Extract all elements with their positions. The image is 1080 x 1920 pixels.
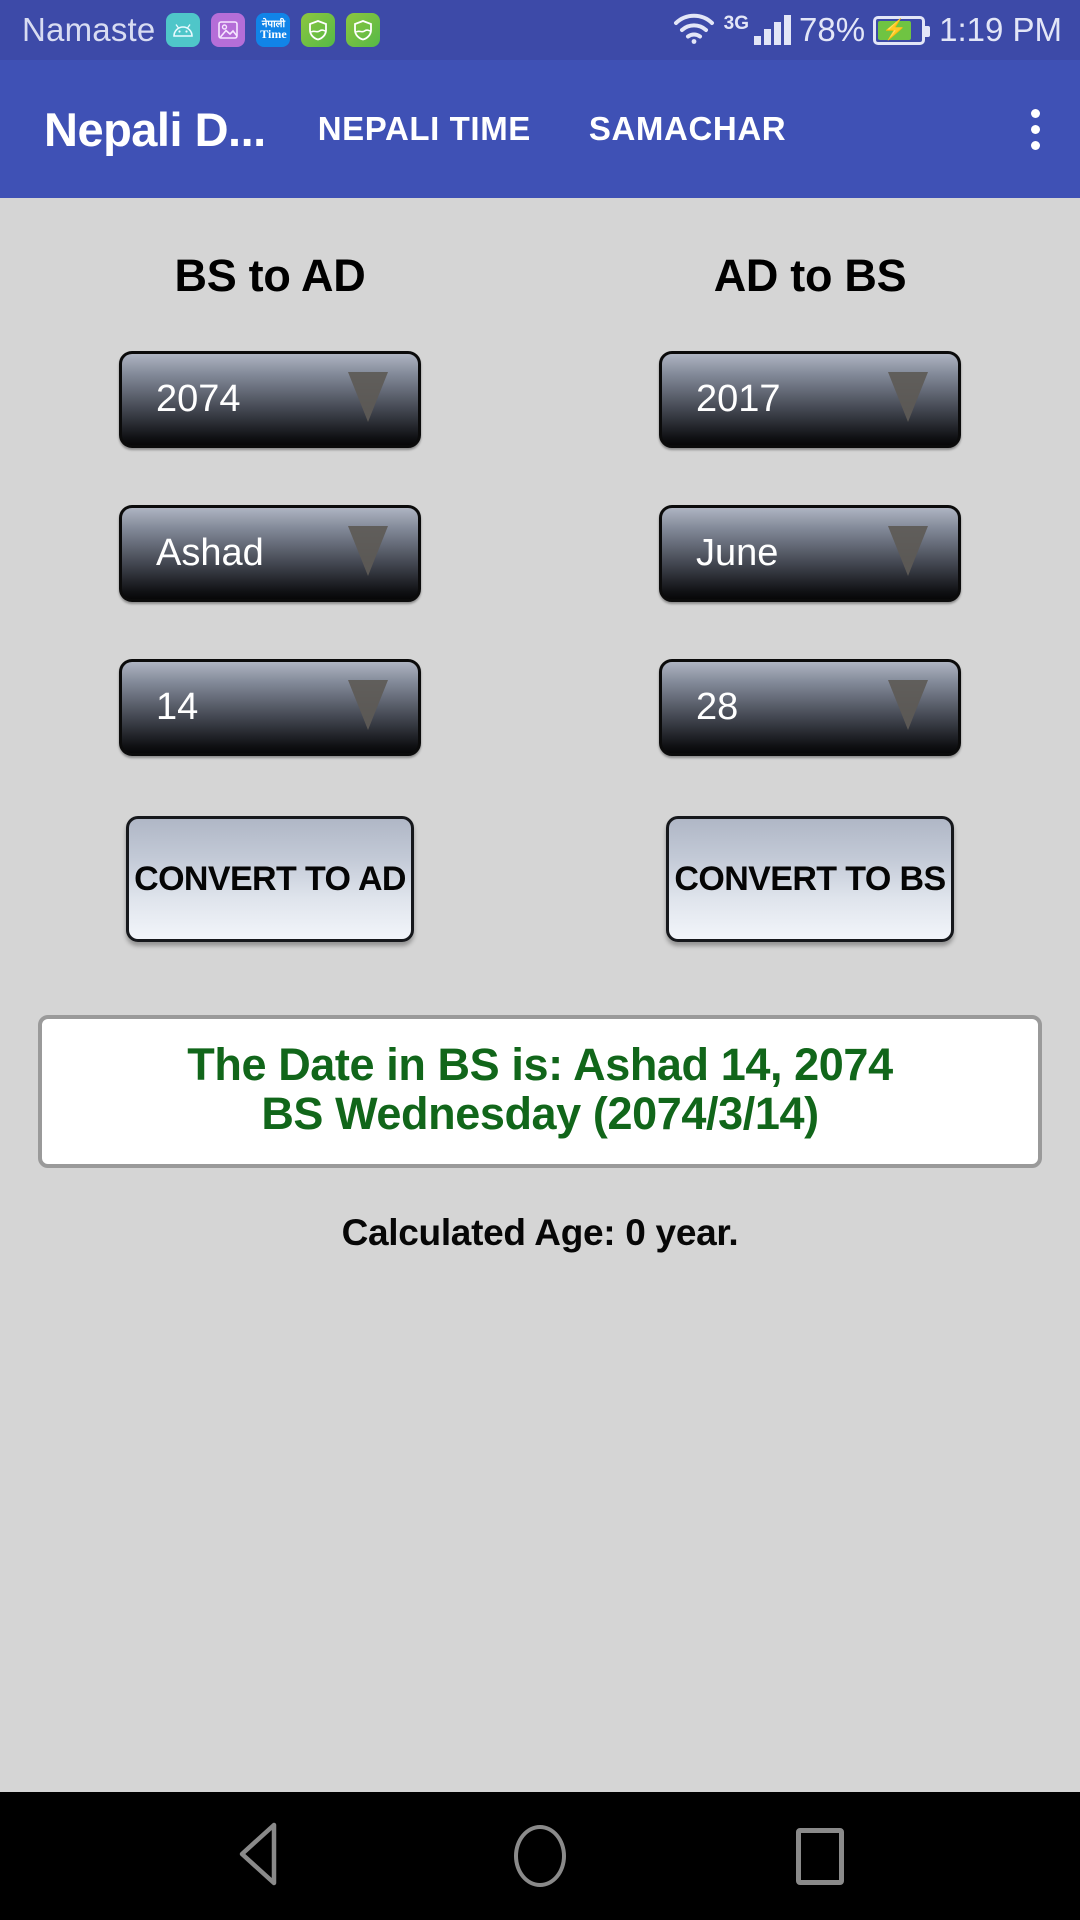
recents-square-icon	[796, 1827, 844, 1885]
clock-label: 1:19 PM	[939, 11, 1062, 48]
charging-bolt-icon: ⚡	[882, 19, 907, 41]
ad-month-spinner[interactable]: June	[659, 505, 961, 602]
status-bar-right: 3G 78% ⚡ 1:19 PM	[672, 11, 1062, 49]
tab-nepali-time[interactable]: NEPALI TIME	[318, 110, 531, 148]
chevron-down-icon	[888, 680, 928, 730]
ad-day-spinner[interactable]: 28	[659, 659, 961, 756]
nepali-time-icon-bottom: Time	[260, 27, 287, 42]
signal-strength-icon	[754, 15, 792, 45]
battery-icon: ⚡	[873, 15, 931, 45]
nav-home-button[interactable]	[480, 1792, 600, 1920]
bs-to-ad-heading: BS to AD	[174, 250, 366, 301]
result-line-2: BS Wednesday (2074/3/14)	[261, 1087, 819, 1139]
chevron-down-icon	[888, 526, 928, 576]
battery-fill: ⚡	[878, 19, 911, 41]
carrier-label: Namaste	[22, 11, 156, 48]
bs-month-value: Ashad	[156, 532, 264, 574]
ad-to-bs-heading: AD to BS	[713, 250, 907, 301]
system-navigation-bar	[0, 1792, 1080, 1920]
main-content: BS to AD 2074 Ashad 14 CONVERT TO AD AD …	[0, 198, 1080, 1792]
bs-day-spinner[interactable]: 14	[119, 659, 421, 756]
network-type-label: 3G	[723, 13, 750, 34]
shield-icon-1	[301, 13, 336, 47]
wifi-icon	[672, 12, 716, 49]
bs-to-ad-column: BS to AD 2074 Ashad 14 CONVERT TO AD	[0, 198, 540, 942]
android-icon	[166, 13, 201, 47]
overflow-menu-icon[interactable]	[1017, 99, 1054, 160]
bs-year-spinner[interactable]: 2074	[119, 351, 421, 448]
chevron-down-icon	[348, 680, 388, 730]
tab-samachar[interactable]: SAMACHAR	[589, 110, 786, 148]
ad-month-value: June	[696, 532, 779, 574]
battery-percent-label: 78%	[799, 11, 866, 48]
calculated-age-label: Calculated Age: 0 year.	[341, 1212, 739, 1254]
ad-year-value: 2017	[696, 378, 781, 420]
ad-year-spinner[interactable]: 2017	[659, 351, 961, 448]
bs-month-spinner[interactable]: Ashad	[119, 505, 421, 602]
ad-to-bs-column: AD to BS 2017 June 28 CONVERT TO BS	[540, 198, 1080, 942]
image-icon	[211, 13, 246, 47]
convert-to-bs-label: CONVERT TO BS	[674, 859, 946, 898]
phone-screen: Namaste नेपाली Time 3G 78% ⚡ 1:19 PM Nep…	[0, 0, 1080, 1920]
ad-day-value: 28	[696, 686, 739, 728]
result-line-1: The Date in BS is: Ashad 14, 2074	[187, 1039, 893, 1090]
back-triangle-icon	[232, 1821, 288, 1892]
conversion-result-box: The Date in BS is: Ashad 14, 2074 BS Wed…	[38, 1015, 1042, 1169]
home-circle-icon	[514, 1825, 566, 1887]
convert-to-bs-button[interactable]: CONVERT TO BS	[666, 816, 954, 942]
shield-icon-2	[346, 13, 381, 47]
chevron-down-icon	[348, 372, 388, 422]
nepali-time-icon: नेपाली Time	[256, 13, 291, 47]
chevron-down-icon	[888, 372, 928, 422]
convert-to-ad-button[interactable]: CONVERT TO AD	[126, 816, 414, 942]
bs-year-value: 2074	[156, 378, 241, 420]
app-bar: Nepali D... NEPALI TIME SAMACHAR	[0, 60, 1080, 198]
status-bar: Namaste नेपाली Time 3G 78% ⚡ 1:19 PM	[0, 0, 1080, 60]
nav-recents-button[interactable]	[760, 1792, 880, 1920]
convert-to-ad-label: CONVERT TO AD	[134, 859, 406, 898]
converter-columns: BS to AD 2074 Ashad 14 CONVERT TO AD AD …	[0, 198, 1080, 942]
bs-day-value: 14	[156, 686, 199, 728]
nav-back-button[interactable]	[200, 1792, 320, 1920]
chevron-down-icon	[348, 526, 388, 576]
app-title: Nepali D...	[44, 102, 266, 156]
status-bar-left: Namaste नेपाली Time	[22, 11, 381, 49]
